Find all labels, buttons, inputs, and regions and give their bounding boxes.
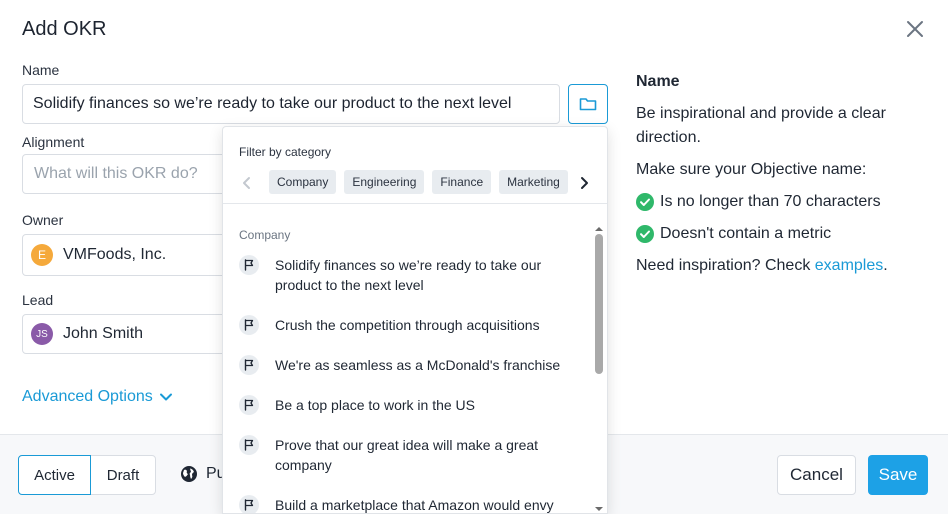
add-okr-modal: Add OKR Name Solidify finances so we’re … [0,0,948,514]
flag-icon [239,255,259,275]
template-browser-button[interactable] [568,84,608,124]
check-item: Doesn't contain a metric [636,222,926,246]
template-option-text: Prove that our great idea will make a gr… [275,437,539,473]
help-title: Name [636,73,680,90]
save-button[interactable]: Save [868,455,928,495]
category-chip[interactable]: Marketing [499,170,568,194]
lead-avatar: JS [31,323,53,345]
name-label: Name [22,62,60,78]
inspiration-suffix: . [883,257,888,274]
category-filter-row: Company Engineering Finance Marketing [223,169,607,197]
okr-template-dropdown: Filter by category Company Engineering F… [222,126,608,514]
check-text: Doesn't contain a metric [660,225,832,242]
owner-label: Owner [22,212,64,228]
visibility-selector[interactable]: Pu [180,465,226,483]
status-active-button[interactable]: Active [18,455,91,495]
category-chip[interactable]: Finance [432,170,492,194]
filter-label: Filter by category [239,145,332,159]
scroll-down-arrow-icon[interactable] [594,500,604,513]
template-list: Company Solidify finances so we’re ready… [223,204,607,513]
template-option[interactable]: Solidify finances so we’re ready to take… [239,255,579,295]
template-option[interactable]: We're as seamless as a McDonald's franch… [239,355,579,375]
advanced-options-toggle[interactable]: Advanced Options [22,388,173,406]
alignment-placeholder: What will this OKR do? [34,165,198,182]
template-option[interactable]: Be a top place to work in the US [239,395,579,415]
chevron-right-icon[interactable] [576,175,592,191]
owner-select[interactable]: E VMFoods, Inc. [22,234,242,276]
lead-select[interactable]: JS John Smith [22,314,242,354]
owner-avatar: E [31,244,53,266]
help-panel: Name Be inspirational and provide a clea… [636,70,926,286]
inspiration-text: Need inspiration? Check examples. [636,254,926,278]
alignment-label: Alignment [22,134,85,150]
lead-value: John Smith [63,325,144,342]
help-line-1: Be inspirational and provide a clear dir… [636,105,886,146]
flag-icon [239,435,259,455]
check-circle-icon [636,225,654,243]
chevron-left-icon[interactable] [239,175,255,191]
globe-icon [181,466,197,482]
status-toggle: Active Draft [18,455,156,495]
template-option-text: Crush the competition through acquisitio… [275,317,540,333]
template-option-text: We're as seamless as a McDonald's franch… [275,357,561,373]
template-option-text: Build a marketplace that Amazon would en… [275,497,554,513]
check-circle-icon [636,193,654,211]
check-item: Is no longer than 70 characters [636,190,926,214]
inspiration-prefix: Need inspiration? Check [636,257,815,274]
lead-label: Lead [22,292,54,308]
close-icon[interactable] [904,18,926,40]
folder-icon [579,98,597,111]
modal-title: Add OKR [22,18,107,40]
chevron-down-icon [159,393,172,401]
group-title: Company [239,228,291,242]
template-option-text: Be a top place to work in the US [275,397,475,413]
name-value: Solidify finances so we’re ready to take… [33,95,512,112]
examples-link[interactable]: examples [815,257,883,274]
dropdown-scrollbar-thumb[interactable] [595,234,603,374]
template-option[interactable]: Crush the competition through acquisitio… [239,315,579,335]
category-chips: Company Engineering Finance Marketing [269,170,571,196]
status-draft-button[interactable]: Draft [90,455,156,495]
flag-icon [239,355,259,375]
cancel-button[interactable]: Cancel [777,455,856,495]
alignment-input[interactable]: What will this OKR do? [22,154,242,194]
flag-icon [239,495,259,513]
help-line-2: Make sure your Objective name: [636,161,867,178]
flag-icon [239,315,259,335]
template-option[interactable]: Prove that our great idea will make a gr… [239,435,579,475]
name-input[interactable]: Solidify finances so we’re ready to take… [22,84,560,124]
flag-icon [239,395,259,415]
owner-value: VMFoods, Inc. [63,246,167,263]
template-option-text: Solidify finances so we’re ready to take… [275,257,542,293]
category-chip[interactable]: Engineering [344,170,425,194]
template-option[interactable]: Build a marketplace that Amazon would en… [239,495,579,513]
check-text: Is no longer than 70 characters [660,193,881,210]
category-chip[interactable]: Company [269,170,337,194]
advanced-options-label: Advanced Options [22,388,153,405]
